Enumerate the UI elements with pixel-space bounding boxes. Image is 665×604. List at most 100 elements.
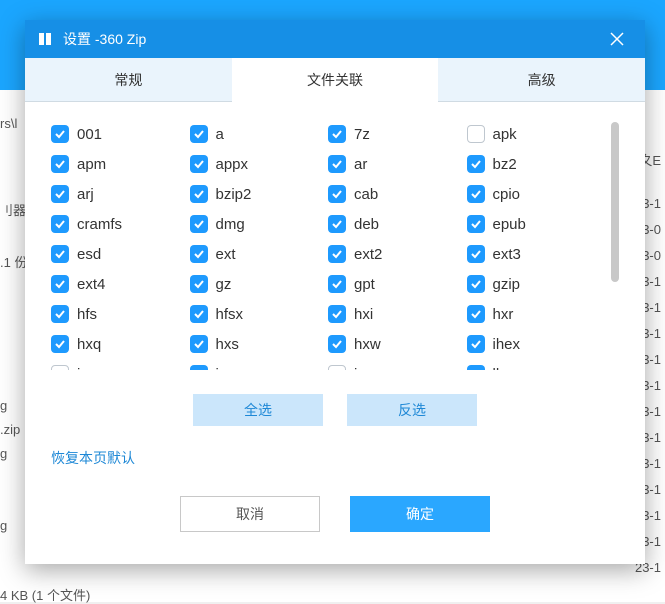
checkbox-checked-icon xyxy=(190,335,208,353)
ext-checkbox-ar[interactable]: ar xyxy=(328,152,463,176)
ext-label: hxr xyxy=(493,306,514,323)
ext-checkbox-hxw[interactable]: hxw xyxy=(328,332,463,356)
ext-checkbox-hxq[interactable]: hxq xyxy=(51,332,186,356)
ext-checkbox-gpt[interactable]: gpt xyxy=(328,272,463,296)
ext-checkbox-ihex[interactable]: ihex xyxy=(467,332,602,356)
selection-row: 全选 反选 xyxy=(51,394,619,426)
checkbox-checked-icon xyxy=(51,335,69,353)
checkbox-checked-icon xyxy=(51,185,69,203)
ext-label: ar xyxy=(354,156,367,173)
ext-label: hfsx xyxy=(216,306,244,323)
ext-checkbox-bzip2[interactable]: bzip2 xyxy=(190,182,325,206)
checkbox-checked-icon xyxy=(328,335,346,353)
ext-label: cramfs xyxy=(77,216,122,233)
ext-label: appx xyxy=(216,156,249,173)
checkbox-checked-icon xyxy=(51,215,69,233)
ext-checkbox-bz2[interactable]: bz2 xyxy=(467,152,602,176)
checkbox-checked-icon xyxy=(328,245,346,263)
ext-checkbox-ext[interactable]: ext xyxy=(190,242,325,266)
ext-checkbox-dmg[interactable]: dmg xyxy=(190,212,325,236)
ext-checkbox-hxi[interactable]: hxi xyxy=(328,302,463,326)
ext-checkbox-gz[interactable]: gz xyxy=(190,272,325,296)
ext-label: 7z xyxy=(354,126,370,143)
checkbox-checked-icon xyxy=(190,275,208,293)
checkbox-checked-icon xyxy=(467,275,485,293)
checkbox-checked-icon xyxy=(467,185,485,203)
scrollbar-thumb[interactable] xyxy=(611,122,619,282)
ext-label: hxs xyxy=(216,336,239,353)
bg-status: 4 KB (1 个文件) xyxy=(0,585,90,604)
ext-checkbox-hfsx[interactable]: hfsx xyxy=(190,302,325,326)
ext-checkbox-deb[interactable]: deb xyxy=(328,212,463,236)
window-title: 设置 -360 Zip xyxy=(63,29,599,49)
ext-label: bz2 xyxy=(493,156,517,173)
ext-label: dmg xyxy=(216,216,245,233)
select-all-button[interactable]: 全选 xyxy=(193,394,323,426)
ext-label: ext3 xyxy=(493,246,521,263)
ext-checkbox-hfs[interactable]: hfs xyxy=(51,302,186,326)
ok-button[interactable]: 确定 xyxy=(350,496,490,532)
ext-checkbox-lha[interactable]: lha xyxy=(467,362,602,370)
restore-defaults-link[interactable]: 恢复本页默认 xyxy=(51,448,619,468)
ext-checkbox-appx[interactable]: appx xyxy=(190,152,325,176)
ext-checkbox-epub[interactable]: epub xyxy=(467,212,602,236)
checkbox-checked-icon xyxy=(190,365,208,370)
checkbox-unchecked-icon xyxy=(51,365,69,370)
titlebar: 设置 -360 Zip xyxy=(25,20,645,58)
ext-checkbox-arj[interactable]: arj xyxy=(51,182,186,206)
ext-label: cab xyxy=(354,186,378,203)
ext-checkbox-iso[interactable]: iso xyxy=(328,362,463,370)
bg-zip: .zip xyxy=(0,422,20,437)
scrollbar[interactable] xyxy=(611,122,619,370)
checkbox-checked-icon xyxy=(328,275,346,293)
checkbox-checked-icon xyxy=(328,305,346,323)
ext-checkbox-cpio[interactable]: cpio xyxy=(467,182,602,206)
ext-label: epub xyxy=(493,216,526,233)
tab-2[interactable]: 高级 xyxy=(438,58,645,102)
checkbox-checked-icon xyxy=(467,215,485,233)
extension-grid-wrap: 001 a 7z apk apm appx ar bz2 arj bzip2 cab cpio cram… xyxy=(51,122,619,370)
ext-label: bzip2 xyxy=(216,186,252,203)
ext-label: ihex xyxy=(493,336,521,353)
ext-checkbox-gzip[interactable]: gzip xyxy=(467,272,602,296)
checkbox-checked-icon xyxy=(190,215,208,233)
cancel-button[interactable]: 取消 xyxy=(180,496,320,532)
ext-label: lha xyxy=(493,366,513,371)
bg-copies: .1 份 xyxy=(0,252,27,271)
ext-label: iso xyxy=(354,366,373,371)
ext-checkbox-hxr[interactable]: hxr xyxy=(467,302,602,326)
ext-checkbox-ipa[interactable]: ipa xyxy=(190,362,325,370)
ext-checkbox-cab[interactable]: cab xyxy=(328,182,463,206)
ext-label: arj xyxy=(77,186,94,203)
checkbox-checked-icon xyxy=(467,155,485,173)
ext-label: apm xyxy=(77,156,106,173)
ext-label: gzip xyxy=(493,276,521,293)
ext-label: 001 xyxy=(77,126,102,143)
ext-checkbox-ext4[interactable]: ext4 xyxy=(51,272,186,296)
ext-checkbox-a[interactable]: a xyxy=(190,122,325,146)
ext-checkbox-001[interactable]: 001 xyxy=(51,122,186,146)
ext-checkbox-hxs[interactable]: hxs xyxy=(190,332,325,356)
tab-0[interactable]: 常规 xyxy=(25,58,232,102)
checkbox-checked-icon xyxy=(51,305,69,323)
ext-label: img xyxy=(77,366,101,371)
checkbox-unchecked-icon xyxy=(328,365,346,370)
tab-1[interactable]: 文件关联 xyxy=(232,58,439,102)
invert-selection-button[interactable]: 反选 xyxy=(347,394,477,426)
bg-g1: g xyxy=(0,398,7,413)
ext-checkbox-apm[interactable]: apm xyxy=(51,152,186,176)
ext-checkbox-ext2[interactable]: ext2 xyxy=(328,242,463,266)
checkbox-unchecked-icon xyxy=(467,125,485,143)
ext-checkbox-apk[interactable]: apk xyxy=(467,122,602,146)
settings-dialog: 设置 -360 Zip 常规文件关联高级 001 a 7z apk apm appx ar b… xyxy=(25,20,645,564)
close-button[interactable] xyxy=(599,21,635,57)
ext-checkbox-cramfs[interactable]: cramfs xyxy=(51,212,186,236)
checkbox-checked-icon xyxy=(328,155,346,173)
checkbox-checked-icon xyxy=(467,245,485,263)
checkbox-checked-icon xyxy=(467,365,485,370)
ext-checkbox-7z[interactable]: 7z xyxy=(328,122,463,146)
ext-checkbox-esd[interactable]: esd xyxy=(51,242,186,266)
ext-checkbox-img[interactable]: img xyxy=(51,362,186,370)
ext-checkbox-ext3[interactable]: ext3 xyxy=(467,242,602,266)
checkbox-checked-icon xyxy=(190,125,208,143)
